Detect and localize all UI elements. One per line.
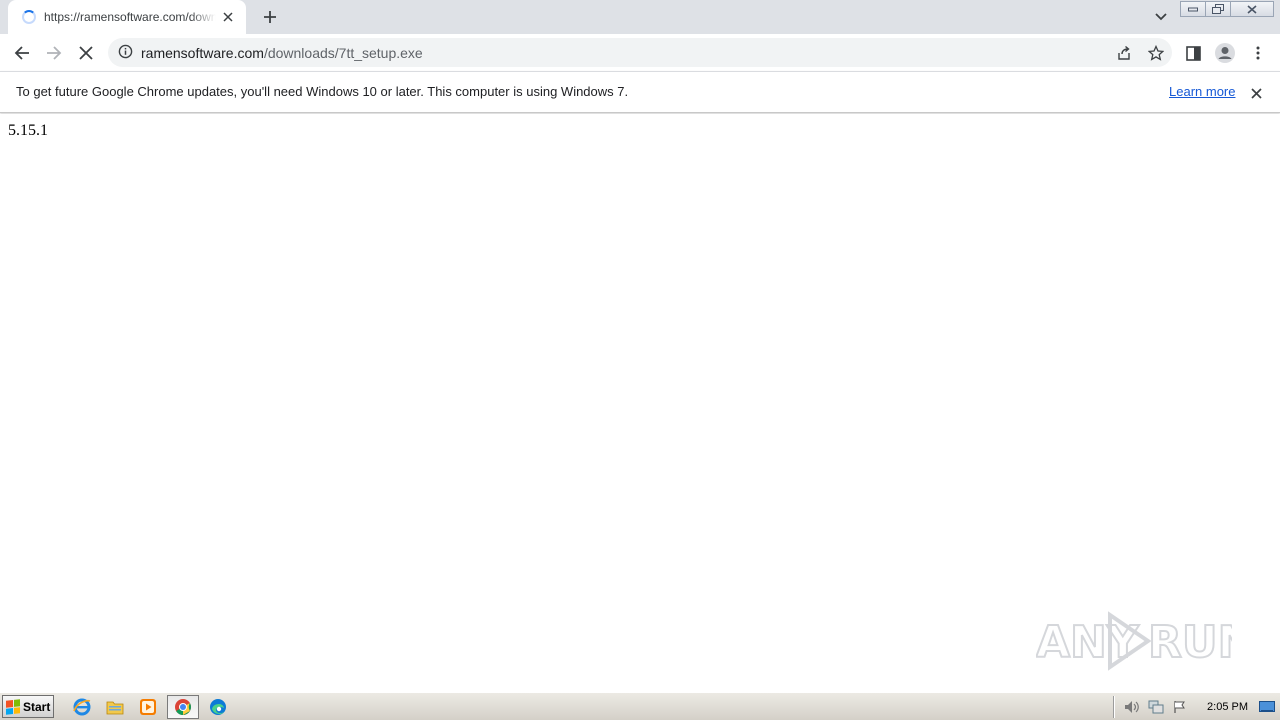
windows-taskbar: Start 2:05 PM: [0, 692, 1280, 720]
page-content: 5.15.1 ANY RUN: [0, 114, 1280, 692]
url-host: ramensoftware.com: [141, 44, 264, 61]
volume-icon[interactable]: [1121, 697, 1143, 717]
url-text[interactable]: ramensoftware.com/downloads/7tt_setup.ex…: [141, 45, 423, 61]
svg-text:RUN: RUN: [1148, 617, 1232, 668]
site-info-icon[interactable]: [118, 44, 133, 62]
new-tab-button[interactable]: [258, 5, 282, 29]
taskbar-clock[interactable]: 2:05 PM: [1207, 701, 1248, 713]
tab-close-icon[interactable]: [220, 9, 236, 25]
minimize-button[interactable]: [1180, 1, 1206, 17]
side-panel-icon[interactable]: [1180, 40, 1206, 66]
kebab-menu-icon[interactable]: [1245, 40, 1271, 66]
stop-loading-icon[interactable]: [73, 40, 99, 66]
network-icon[interactable]: [1145, 697, 1167, 717]
browser-tab[interactable]: https://ramensoftware.com/downloads/7tt_…: [8, 0, 246, 34]
learn-more-link[interactable]: Learn more: [1169, 84, 1235, 99]
tab-title: https://ramensoftware.com/downloads/7tt_…: [44, 10, 216, 24]
browser-toolbar: ramensoftware.com/downloads/7tt_setup.ex…: [0, 34, 1280, 71]
internet-explorer-icon[interactable]: [68, 695, 96, 719]
loading-spinner-icon: [22, 10, 36, 24]
window-close-button[interactable]: [1230, 1, 1274, 17]
window-controls: [1180, 1, 1274, 17]
forward-arrow-icon[interactable]: [41, 40, 67, 66]
profile-avatar-icon[interactable]: [1212, 40, 1238, 66]
tray-divider: [1113, 696, 1116, 718]
start-label: Start: [23, 699, 51, 714]
edge-icon[interactable]: [204, 695, 232, 719]
tab-strip: https://ramensoftware.com/downloads/7tt_…: [0, 0, 1280, 34]
file-explorer-icon[interactable]: [101, 695, 129, 719]
windows-logo-icon: [6, 698, 20, 715]
tab-search-chevron-down-icon[interactable]: [1150, 6, 1172, 28]
system-tray: 2:05 PM: [1113, 693, 1280, 721]
back-arrow-icon[interactable]: [9, 40, 35, 66]
anyrun-watermark-logo: ANY RUN: [1036, 609, 1232, 673]
show-desktop-icon[interactable]: [1258, 699, 1276, 715]
media-player-icon[interactable]: [134, 695, 162, 719]
infobar-message: To get future Google Chrome updates, you…: [16, 84, 629, 99]
chrome-icon[interactable]: [167, 694, 199, 719]
restore-button[interactable]: [1205, 1, 1231, 17]
start-button[interactable]: Start: [2, 695, 54, 718]
address-bar[interactable]: ramensoftware.com/downloads/7tt_setup.ex…: [108, 38, 1172, 67]
infobar-close-icon[interactable]: [1246, 83, 1266, 103]
url-path: /downloads/7tt_setup.exe: [263, 44, 423, 61]
update-infobar: To get future Google Chrome updates, you…: [0, 71, 1280, 113]
bookmark-star-icon[interactable]: [1140, 38, 1172, 67]
action-center-flag-icon[interactable]: [1169, 697, 1191, 717]
page-body-text: 5.15.1: [8, 122, 48, 139]
share-icon[interactable]: [1108, 38, 1140, 67]
